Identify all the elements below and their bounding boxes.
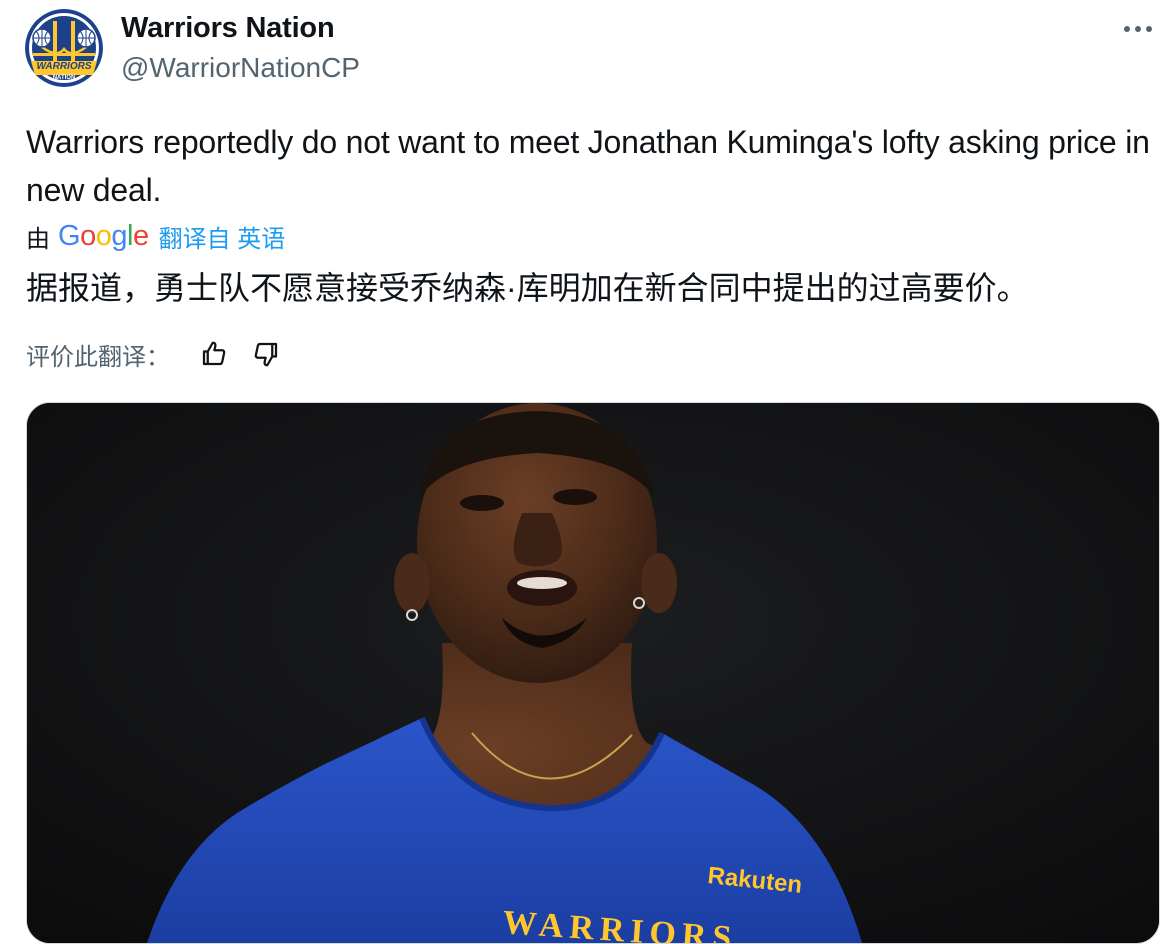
author-name[interactable]: Warriors Nation <box>121 10 335 46</box>
more-button[interactable] <box>1118 12 1158 46</box>
tweet-media-photo[interactable]: Rakuten WARRIORS <box>26 402 1160 944</box>
avatar[interactable]: WARRIORS NATION <box>25 9 103 87</box>
rate-translation-label: 评价此翻译： <box>26 343 170 371</box>
translated-from-link[interactable]: 翻译自 英语 <box>159 219 286 254</box>
player-photo: Rakuten WARRIORS <box>27 403 1159 943</box>
tweet-text: Warriors reportedly do not want to meet … <box>26 124 1150 208</box>
thumbs-up-icon <box>202 341 226 366</box>
translated-text: 据报道，勇士队不愿意接受乔纳森·库明加在新合同中提出的过高要价。 <box>26 270 1029 306</box>
translation-attribution: 由 Google 翻译自 英语 <box>26 216 285 256</box>
svg-text:WARRIORS: WARRIORS <box>37 61 92 72</box>
thumbs-down-button[interactable] <box>248 336 284 372</box>
more-icon <box>1124 26 1152 32</box>
google-logo[interactable]: Google <box>58 220 149 253</box>
thumbs-up-button[interactable] <box>196 336 232 372</box>
rate-translation: 评价此翻译： <box>26 334 300 374</box>
translated-by-label: 由 <box>26 225 50 253</box>
thumbs-down-icon <box>254 342 278 367</box>
svg-text:NATION: NATION <box>53 75 76 81</box>
warriors-nation-logo: WARRIORS NATION <box>25 9 103 87</box>
author-handle[interactable]: @WarriorNationCP <box>121 50 360 86</box>
